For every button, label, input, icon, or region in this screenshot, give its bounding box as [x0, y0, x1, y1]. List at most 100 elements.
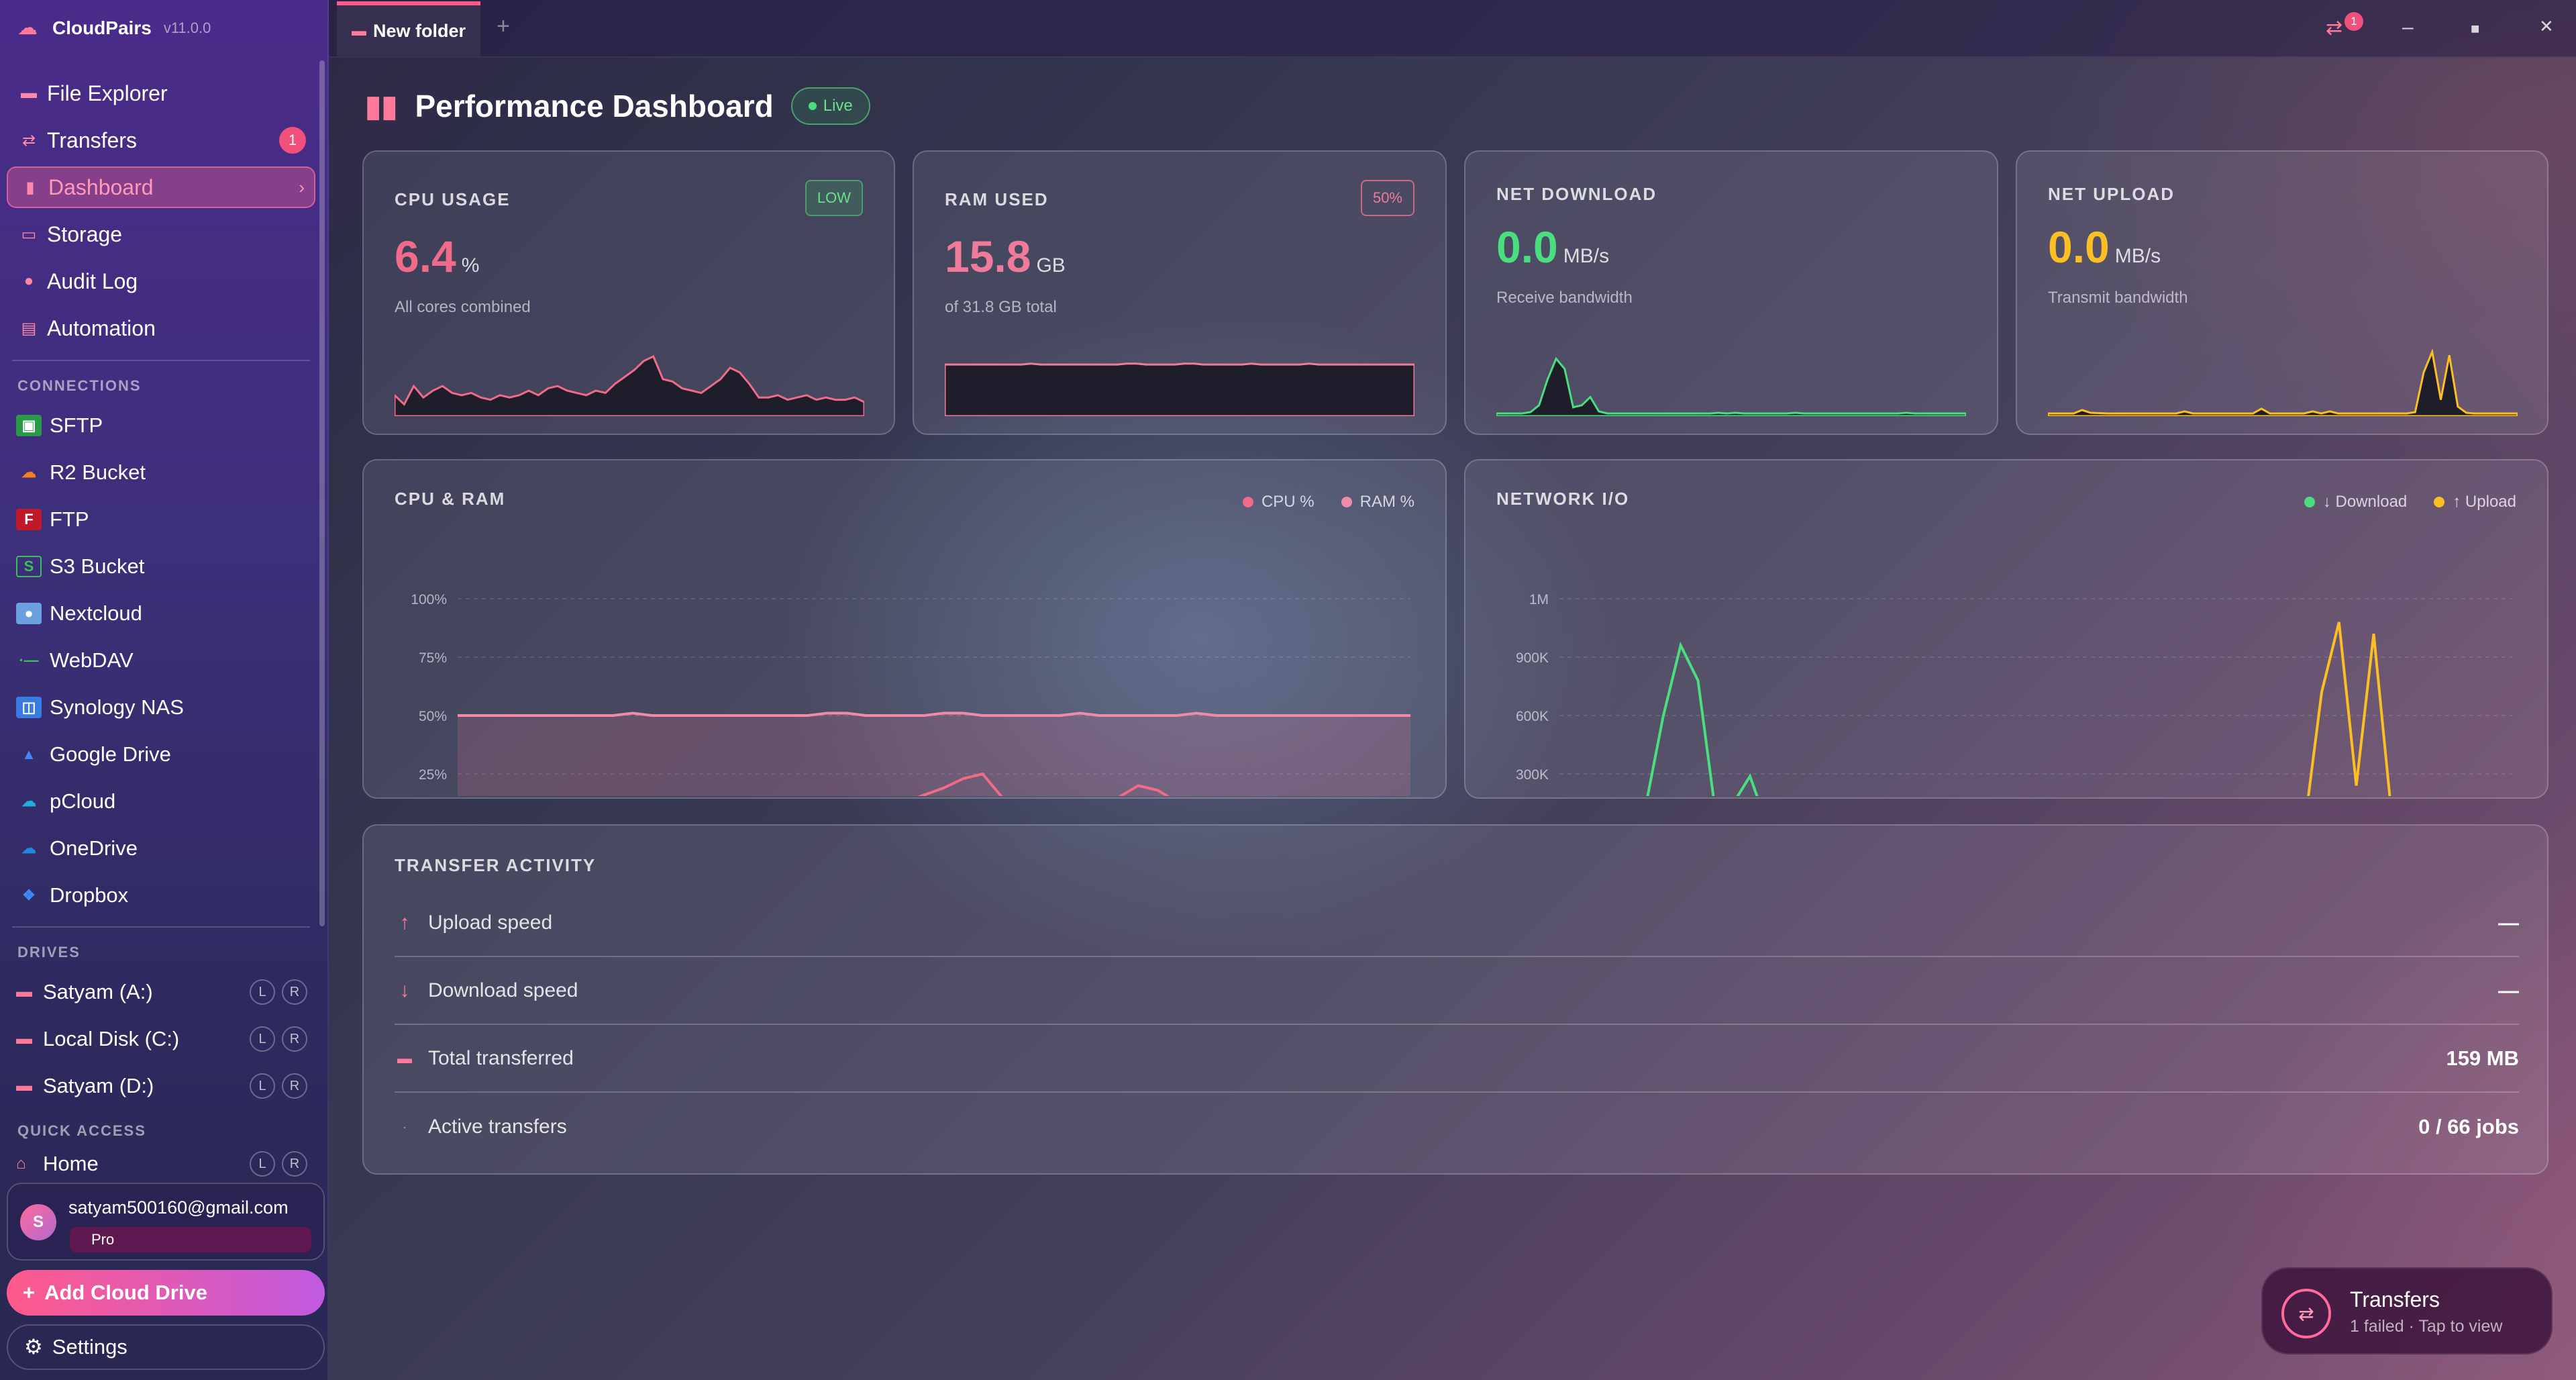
- sftp-icon: ▣: [16, 415, 42, 436]
- nav-audit-log[interactable]: ● Audit Log: [7, 260, 315, 302]
- drive-right-button[interactable]: R: [282, 979, 307, 1005]
- user-card[interactable]: S satyam500160@gmail.com Pro: [7, 1183, 325, 1261]
- card-label: RAM USED: [945, 189, 1049, 209]
- ram-series-line: [458, 711, 1410, 717]
- folder-icon: ▬: [352, 22, 366, 39]
- row-label: Download speed: [428, 979, 578, 1001]
- transfer-notification-icon[interactable]: ⇄: [2326, 16, 2342, 40]
- home-right-button[interactable]: R: [282, 1151, 307, 1177]
- drive-local-disk-c[interactable]: ▬ Local Disk (C:) L R: [16, 1020, 318, 1058]
- row-label: Active transfers: [428, 1116, 567, 1138]
- cloudflare-icon: ☁: [21, 464, 36, 481]
- ram-subtext: of 31.8 GB total: [945, 298, 1057, 316]
- connection-nextcloud[interactable]: ● Nextcloud: [16, 595, 142, 632]
- sidebar: ☁ CloudPairs v11.0.0 ▬ File Explorer ⇄ Tra…: [0, 0, 329, 1380]
- row-upload-speed: ↑ Upload speed —: [395, 890, 2519, 957]
- drive-right-button[interactable]: R: [282, 1073, 307, 1099]
- connection-label: R2 Bucket: [50, 460, 146, 484]
- transfer-icon: ⇄: [2281, 1289, 2331, 1338]
- drive-label: Local Disk (C:): [43, 1027, 180, 1050]
- tab-new-folder[interactable]: ▬ New folder: [337, 1, 480, 56]
- card-label: NET UPLOAD: [2048, 184, 2175, 204]
- chart-legend: ↓ Download ↑ Upload: [2304, 493, 2516, 511]
- settings-button[interactable]: ⚙ Settings: [7, 1324, 325, 1370]
- drive-icon: ▬: [16, 983, 32, 1001]
- drive-satyam-a[interactable]: ▬ Satyam (A:) L R: [16, 973, 318, 1011]
- connection-sftp[interactable]: ▣ SFTP: [16, 407, 103, 444]
- connection-pcloud[interactable]: ☁ pCloud: [16, 783, 115, 820]
- section-drives: DRIVES: [17, 944, 81, 960]
- cloud-logo-icon: ☁: [17, 17, 38, 39]
- cpu-usage-card: CPU USAGE LOW 6.4% All cores combined: [362, 150, 895, 435]
- connection-s3-bucket[interactable]: S S3 Bucket: [16, 548, 144, 585]
- page-title: Performance Dashboard: [415, 89, 774, 124]
- automation-icon: ▤: [21, 319, 37, 338]
- drive-satyam-d[interactable]: ▬ Satyam (D:) L R: [16, 1067, 318, 1105]
- connection-synology-nas[interactable]: ◫ Synology NAS: [16, 689, 184, 726]
- row-active-transfers: · Active transfers 0 / 66 jobs: [395, 1093, 2519, 1161]
- connection-r2-bucket[interactable]: ☁ R2 Bucket: [16, 454, 146, 491]
- quick-access-label: Home: [43, 1152, 99, 1175]
- nav-dashboard[interactable]: ▮ Dashboard ›: [7, 166, 315, 208]
- ram-unit: GB: [1036, 254, 1066, 277]
- transfers-toast[interactable]: ⇄ Transfers 1 failed · Tap to view: [2261, 1267, 2553, 1354]
- nav-transfers[interactable]: ⇄ Transfers 1: [7, 119, 315, 161]
- connection-dropbox[interactable]: ❖ Dropbox: [16, 877, 128, 914]
- row-value: —: [2498, 979, 2519, 1002]
- row-value: 0 / 66 jobs: [2418, 1115, 2519, 1138]
- nav-file-explorer[interactable]: ▬ File Explorer: [7, 72, 315, 114]
- card-label: NET DOWNLOAD: [1496, 184, 1657, 204]
- user-email: satyam500160@gmail.com: [68, 1197, 289, 1218]
- dropbox-icon: ❖: [22, 887, 36, 903]
- drive-left-button[interactable]: L: [250, 1073, 275, 1099]
- download-sparkline: [1496, 356, 1966, 416]
- cpu-status-pill: LOW: [805, 180, 863, 216]
- sidebar-scrollbar[interactable]: [319, 60, 325, 926]
- nav-automation[interactable]: ▤ Automation: [7, 307, 315, 349]
- drive-left-button[interactable]: L: [250, 979, 275, 1005]
- row-total-transferred: ▬ Total transferred 159 MB: [395, 1026, 2519, 1093]
- connection-label: S3 Bucket: [50, 554, 145, 578]
- cpu-number: 6.4: [395, 232, 456, 281]
- quick-access-home[interactable]: ⌂ Home L R: [16, 1149, 318, 1179]
- legend-download: ↓ Download: [2304, 493, 2407, 511]
- nextcloud-icon: ●: [16, 603, 42, 624]
- toast-title: Transfers: [2350, 1287, 2440, 1312]
- connection-onedrive[interactable]: ☁ OneDrive: [16, 830, 138, 867]
- connection-webdav[interactable]: ·— WebDAV: [16, 642, 133, 679]
- ram-value: 15.8 GB: [945, 231, 1066, 282]
- minimize-button[interactable]: –: [2402, 16, 2414, 39]
- nav-storage[interactable]: ▭ Storage: [7, 213, 315, 255]
- live-badge: Live: [790, 87, 870, 125]
- drive-right-button[interactable]: R: [282, 1026, 307, 1052]
- app-version: v11.0.0: [163, 19, 211, 36]
- connection-google-drive[interactable]: ▲ Google Drive: [16, 736, 171, 773]
- net-upload-card: NET UPLOAD 0.0 MB/s Transmit bandwidth: [2016, 150, 2548, 435]
- dot-icon: ·: [403, 1120, 407, 1134]
- connection-ftp[interactable]: F FTP: [16, 501, 89, 538]
- app-brand: ☁ CloudPairs v11.0.0: [17, 15, 211, 42]
- drive-left-button[interactable]: L: [250, 1026, 275, 1052]
- add-cloud-label: Add Cloud Drive: [44, 1281, 207, 1304]
- nav-label: Storage: [47, 221, 123, 246]
- chevron-right-icon: ›: [299, 177, 305, 197]
- upload-unit: MB/s: [2114, 245, 2161, 267]
- ram-used-card: RAM USED 50% 15.8 GB of 31.8 GB total: [913, 150, 1447, 435]
- maximize-button[interactable]: ■: [2471, 20, 2479, 38]
- app-name: CloudPairs: [52, 17, 152, 38]
- legend-cpu-label: CPU %: [1261, 493, 1315, 511]
- y-tick-label: 75%: [419, 650, 447, 666]
- add-cloud-drive-button[interactable]: + Add Cloud Drive: [7, 1270, 325, 1316]
- close-button[interactable]: ✕: [2539, 16, 2554, 37]
- folder-icon: ▬: [21, 84, 37, 102]
- home-left-button[interactable]: L: [250, 1151, 275, 1177]
- nav-label: File Explorer: [47, 81, 168, 105]
- new-tab-button[interactable]: +: [497, 13, 510, 40]
- legend-upload-label: ↑ Upload: [2453, 493, 2516, 511]
- chart-title: NETWORK I/O: [1496, 489, 1630, 509]
- row-download-speed: ↓ Download speed —: [395, 958, 2519, 1025]
- plan-badge: Pro: [70, 1227, 311, 1252]
- arrow-down-icon: ↓: [399, 979, 410, 1001]
- chart-legend: CPU % RAM %: [1242, 493, 1414, 511]
- connection-label: SFTP: [50, 413, 103, 437]
